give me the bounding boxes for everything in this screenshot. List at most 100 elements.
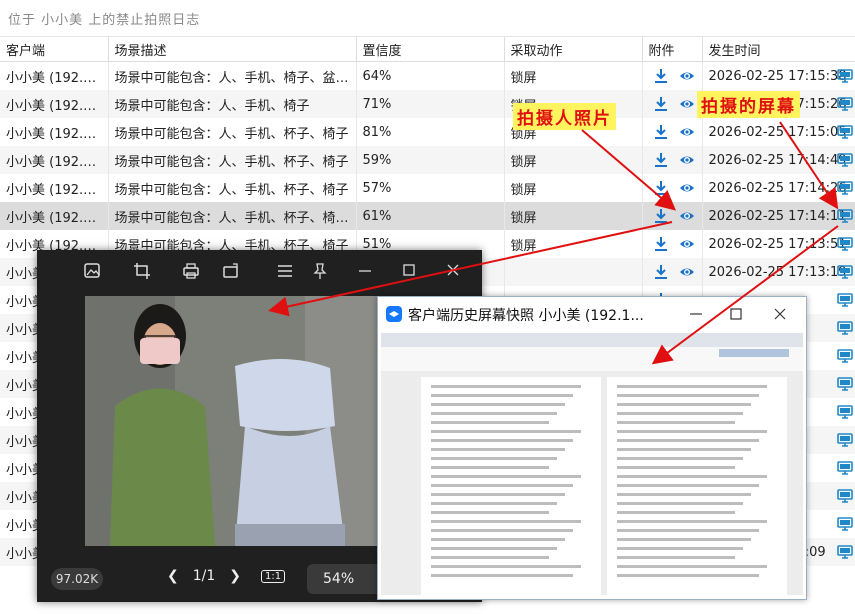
view-screen-icon[interactable] xyxy=(836,488,853,504)
document-text-line xyxy=(617,466,735,469)
cell-attachment xyxy=(642,61,703,90)
view-screen-icon[interactable] xyxy=(836,180,853,196)
view-screen-icon[interactable] xyxy=(836,348,853,364)
print-icon[interactable] xyxy=(181,262,201,280)
view-photo-icon[interactable] xyxy=(679,68,695,84)
document-text-line xyxy=(617,457,743,460)
document-text-line xyxy=(617,439,759,442)
pager: ❮ 1/1 ❯ 1:1 xyxy=(167,568,286,584)
actual-size-button[interactable]: 1:1 xyxy=(261,569,286,583)
cell-time-text: 2026-02-25 17:14:49 xyxy=(708,152,847,168)
cell-attachment xyxy=(642,258,703,286)
download-icon[interactable] xyxy=(653,96,669,112)
document-text-line xyxy=(617,547,743,550)
next-page-icon[interactable]: ❯ xyxy=(229,568,241,584)
cell-scene: 场景中可能包含：人、手机、杯子、椅子 xyxy=(108,146,357,174)
download-icon[interactable] xyxy=(653,124,669,140)
minimize-icon[interactable] xyxy=(355,262,375,280)
document-text-line xyxy=(617,511,735,514)
table-row[interactable]: 小小美 (192.16... 场景中可能包含：人、手机、杯子、椅子、... 61% 锁… xyxy=(0,202,855,230)
app-logo-icon xyxy=(386,306,402,322)
minimize-icon[interactable] xyxy=(688,307,704,321)
col-header-confidence[interactable]: 置信度 xyxy=(356,37,505,62)
view-screen-icon[interactable] xyxy=(836,264,853,280)
download-icon[interactable] xyxy=(653,236,669,252)
cell-attachment xyxy=(642,146,703,174)
document-text-line xyxy=(617,565,767,568)
col-header-client[interactable]: 客户端 xyxy=(0,37,109,62)
view-photo-icon[interactable] xyxy=(679,96,695,112)
download-icon[interactable] xyxy=(653,68,669,84)
cell-action: 锁屏 xyxy=(504,61,643,90)
col-header-time[interactable]: 发生时间 xyxy=(702,37,855,62)
document-text-line xyxy=(431,475,581,478)
col-header-action[interactable]: 采取动作 xyxy=(504,37,643,62)
table-row[interactable]: 小小美 (192.16... 场景中可能包含：人、手机、杯子、椅子 57% 锁屏 202… xyxy=(0,174,855,202)
prev-page-icon[interactable]: ❮ xyxy=(167,568,179,584)
view-photo-icon[interactable] xyxy=(679,264,695,280)
table-row[interactable]: 小小美 (192.16... 场景中可能包含：人、手机、椅子、盆栽植... 64% 锁… xyxy=(0,61,855,90)
cell-time-text: 2026-02-25 17:13:51 xyxy=(708,236,847,252)
document-text-line xyxy=(617,574,759,577)
pin-icon[interactable] xyxy=(310,262,330,280)
zoom-level: 54% xyxy=(323,571,355,587)
document-text-line xyxy=(431,574,573,577)
document-text-line xyxy=(617,502,743,505)
document-text-line xyxy=(617,412,743,415)
maximize-icon[interactable] xyxy=(399,262,419,280)
maximize-icon[interactable] xyxy=(728,307,744,321)
view-screen-icon[interactable] xyxy=(836,124,853,140)
view-photo-icon[interactable] xyxy=(679,180,695,196)
view-screen-icon[interactable] xyxy=(836,460,853,476)
share-icon[interactable] xyxy=(221,262,241,280)
document-text-line xyxy=(617,556,735,559)
col-header-scene[interactable]: 场景描述 xyxy=(108,37,357,62)
cell-time-text: 2026-02-25 17:14:11 xyxy=(708,208,847,224)
view-photo-icon[interactable] xyxy=(679,208,695,224)
document-text-line xyxy=(617,475,767,478)
document-text-line xyxy=(431,457,557,460)
view-screen-icon[interactable] xyxy=(836,320,853,336)
crop-rotate-icon[interactable] xyxy=(133,262,153,280)
cell-scene: 场景中可能包含：人、手机、杯子、椅子 xyxy=(108,118,357,146)
cell-client: 小小美 (192.16... xyxy=(0,202,109,230)
view-screen-icon[interactable] xyxy=(836,208,853,224)
view-screen-icon[interactable] xyxy=(836,404,853,420)
cell-time-text: 2026-02-25 17:15:38 xyxy=(708,68,847,84)
view-screen-icon[interactable] xyxy=(836,96,853,112)
edit-image-icon[interactable] xyxy=(83,262,103,280)
download-icon[interactable] xyxy=(653,208,669,224)
cell-time: 2026-02-25 17:14:26 xyxy=(702,174,855,202)
document-text-line xyxy=(617,493,751,496)
document-text-line xyxy=(431,493,565,496)
document-text-line xyxy=(431,511,549,514)
view-photo-icon[interactable] xyxy=(679,124,695,140)
view-screen-icon[interactable] xyxy=(836,68,853,84)
view-screen-icon[interactable] xyxy=(836,516,853,532)
document-text-line xyxy=(431,412,557,415)
view-screen-icon[interactable] xyxy=(836,152,853,168)
table-row[interactable]: 小小美 (192.16... 场景中可能包含：人、手机、杯子、椅子 81% 锁屏 202… xyxy=(0,118,855,146)
download-icon[interactable] xyxy=(653,152,669,168)
view-photo-icon[interactable] xyxy=(679,236,695,252)
download-icon[interactable] xyxy=(653,264,669,280)
close-icon[interactable] xyxy=(443,262,463,280)
view-screen-icon[interactable] xyxy=(836,236,853,252)
view-photo-icon[interactable] xyxy=(679,152,695,168)
view-screen-icon[interactable] xyxy=(836,432,853,448)
close-icon[interactable] xyxy=(772,307,788,321)
download-icon[interactable] xyxy=(653,180,669,196)
callout-photo-label: 拍摄人照片 xyxy=(513,103,616,130)
cell-client: 小小美 (192.16... xyxy=(0,146,109,174)
view-screen-icon[interactable] xyxy=(836,544,853,560)
file-size-badge: 97.02K xyxy=(51,568,103,590)
view-screen-icon[interactable] xyxy=(836,292,853,308)
menu-icon[interactable] xyxy=(275,262,295,280)
col-header-attachment[interactable]: 附件 xyxy=(642,37,703,62)
snapshot-title: 客户端历史屏幕快照 小小美 (192.1... xyxy=(408,308,644,324)
table-row[interactable]: 小小美 (192.16... 场景中可能包含：人、手机、杯子、椅子 59% 锁屏 202… xyxy=(0,146,855,174)
cell-client: 小小美 (192.16... xyxy=(0,90,109,118)
cell-action: 锁屏 xyxy=(504,174,643,202)
document-text-line xyxy=(431,547,557,550)
view-screen-icon[interactable] xyxy=(836,376,853,392)
